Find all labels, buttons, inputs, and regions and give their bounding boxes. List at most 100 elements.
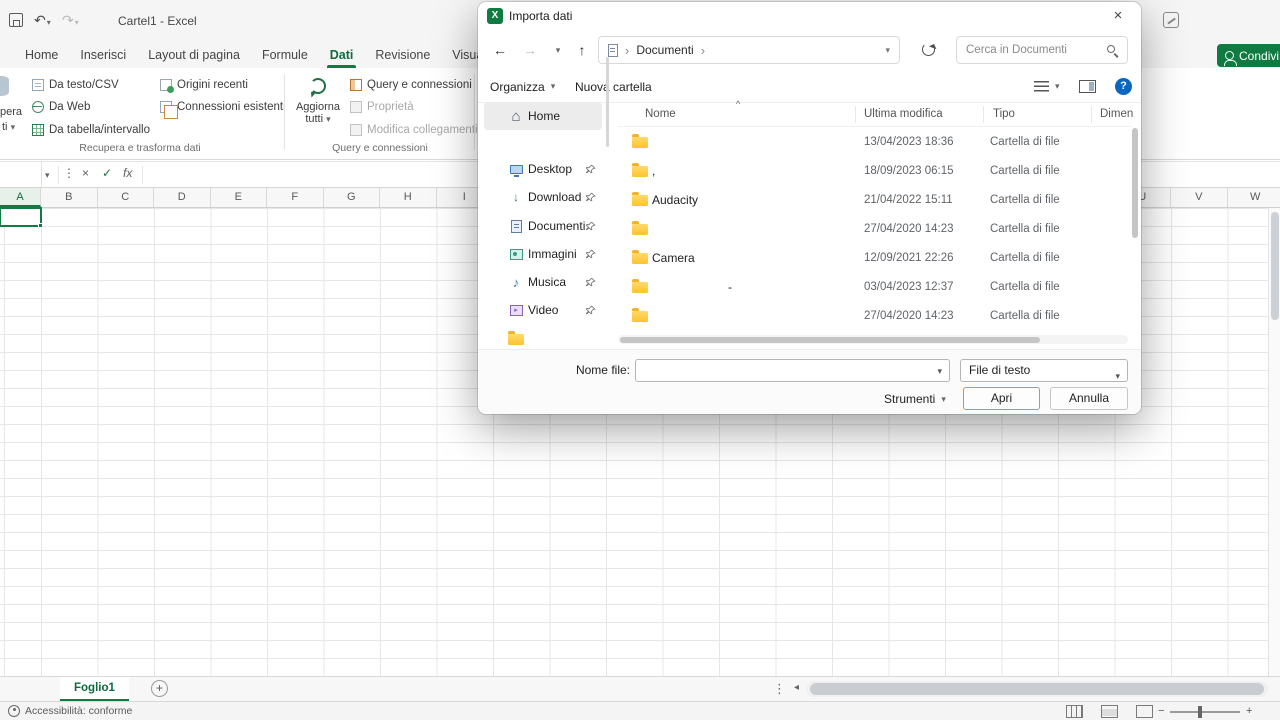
- refresh-icon[interactable]: [922, 43, 935, 56]
- filetype-select[interactable]: File di testo ▾: [960, 359, 1128, 382]
- page-break-view-button[interactable]: [1136, 705, 1153, 718]
- redo-button[interactable]: ↷▾: [62, 12, 79, 31]
- zoom-slider-thumb[interactable]: [1198, 706, 1202, 718]
- tab-dati[interactable]: Dati: [319, 42, 365, 68]
- filename-dropdown-icon[interactable]: ▾: [937, 366, 942, 377]
- da-testo-csv-button[interactable]: Da testo/CSV: [32, 74, 119, 95]
- name-box-dropdown-icon[interactable]: ▾: [45, 170, 50, 181]
- column-header-c[interactable]: C: [98, 188, 155, 207]
- file-row[interactable]: , 18/09/2023 06:15 Cartella di file: [618, 157, 1124, 186]
- accessibility-status[interactable]: Accessibilità: conforme: [25, 705, 132, 717]
- sidebar-item-musica[interactable]: ♪ Musica: [484, 268, 602, 296]
- worksheet-vertical-scrollbar[interactable]: [1268, 208, 1280, 676]
- tab-revisione[interactable]: Revisione: [364, 42, 441, 68]
- undo-icon: ↶: [34, 12, 46, 28]
- cancel-entry-icon[interactable]: ×: [82, 166, 89, 180]
- file-name: Audacity: [652, 193, 698, 207]
- open-button[interactable]: Apri: [963, 387, 1040, 410]
- pin-icon: [586, 221, 596, 231]
- file-row[interactable]: Camera 12/09/2021 22:26 Cartella di file: [618, 244, 1124, 273]
- file-row[interactable]: Audacity 21/04/2022 15:11 Cartella di fi…: [618, 186, 1124, 215]
- proprieta-button[interactable]: Proprietà: [350, 96, 414, 117]
- undo-button[interactable]: ↶▾: [34, 12, 51, 31]
- query-connessioni-button[interactable]: Query e connessioni: [350, 74, 472, 95]
- search-input[interactable]: [966, 40, 1096, 60]
- vertical-scroll-thumb[interactable]: [1132, 128, 1138, 238]
- name-box[interactable]: [0, 162, 42, 187]
- sidebar-item-desktop[interactable]: Desktop: [484, 155, 602, 183]
- file-row[interactable]: - 03/04/2023 12:37 Cartella di file: [618, 273, 1124, 302]
- column-header-w[interactable]: W: [1228, 188, 1280, 207]
- save-icon[interactable]: [9, 13, 23, 27]
- sidebar-item-download[interactable]: ↓ Download: [484, 183, 602, 211]
- new-folder-button[interactable]: Nuova cartella: [575, 70, 652, 103]
- column-header-ultima-modifica[interactable]: Ultima modifica: [864, 108, 943, 120]
- insert-function-icon[interactable]: fx: [123, 166, 132, 180]
- file-row[interactable]: 13/04/2023 18:36 Cartella di file: [618, 128, 1124, 157]
- column-header-nome[interactable]: Nome: [645, 108, 676, 120]
- sidebar-item-home[interactable]: ⌂ Home: [484, 102, 602, 130]
- column-header-g[interactable]: G: [324, 188, 381, 207]
- draw-icon[interactable]: [1163, 12, 1179, 28]
- scroll-left-icon[interactable]: ◂: [794, 682, 799, 693]
- horizontal-scroll-thumb[interactable]: [810, 683, 1264, 695]
- column-header-h[interactable]: H: [380, 188, 437, 207]
- file-row[interactable]: 27/04/2020 14:23 Cartella di file: [618, 302, 1124, 331]
- cancel-button[interactable]: Annulla: [1050, 387, 1128, 410]
- normal-view-button[interactable]: [1066, 705, 1083, 718]
- column-header-dimensione[interactable]: Dimen: [1100, 108, 1133, 120]
- address-dropdown-icon[interactable]: ▾: [885, 45, 890, 56]
- sheet-tab-foglio1[interactable]: Foglio1: [60, 677, 129, 701]
- worksheet-horizontal-scrollbar[interactable]: [806, 681, 1268, 697]
- fill-handle[interactable]: [38, 223, 43, 228]
- forward-button[interactable]: →: [518, 38, 542, 62]
- column-header-v[interactable]: V: [1171, 188, 1228, 207]
- organize-button[interactable]: Organizza▾: [490, 70, 555, 103]
- da-web-button[interactable]: Da Web: [32, 96, 90, 117]
- sidebar-item-documenti[interactable]: Documenti: [484, 212, 602, 240]
- view-mode-button[interactable]: ▾: [1034, 70, 1060, 103]
- back-button[interactable]: ←: [488, 38, 512, 62]
- horizontal-scroll-thumb[interactable]: [620, 337, 1040, 343]
- file-row[interactable]: 27/04/2020 14:23 Cartella di file: [618, 215, 1124, 244]
- tab-formule[interactable]: Formule: [251, 42, 319, 68]
- sidebar-item-immagini[interactable]: Immagini: [484, 240, 602, 268]
- zoom-in-button[interactable]: +: [1246, 705, 1252, 717]
- column-header-tipo[interactable]: Tipo: [993, 108, 1015, 120]
- breadcrumb-item-documenti[interactable]: Documenti: [636, 43, 693, 57]
- tab-inserisci[interactable]: Inserisci: [69, 42, 137, 68]
- column-header-b[interactable]: B: [41, 188, 98, 207]
- zoom-slider[interactable]: [1170, 711, 1240, 713]
- sheet-options-icon[interactable]: ⋮: [773, 681, 786, 697]
- column-header-f[interactable]: F: [267, 188, 324, 207]
- modifica-collegamenti-button[interactable]: Modifica collegamenti: [350, 119, 478, 140]
- list-horizontal-scrollbar[interactable]: [618, 335, 1128, 344]
- recent-locations-dropdown[interactable]: ▾: [546, 38, 570, 62]
- connessioni-esistenti-button[interactable]: Connessioni esistenti: [160, 96, 286, 117]
- up-button[interactable]: ↑: [570, 38, 594, 62]
- help-button[interactable]: ?: [1115, 70, 1132, 103]
- help-icon: ?: [1115, 78, 1132, 95]
- tab-home[interactable]: Home: [14, 42, 69, 68]
- list-vertical-scrollbar[interactable]: [1132, 128, 1139, 334]
- da-tabella-button[interactable]: Da tabella/intervallo: [32, 119, 150, 140]
- origini-recenti-button[interactable]: Origini recenti: [160, 74, 248, 95]
- add-sheet-button[interactable]: +: [151, 680, 168, 697]
- column-header-e[interactable]: E: [211, 188, 268, 207]
- sidebar-scrollbar[interactable]: [606, 57, 609, 147]
- close-button[interactable]: ×: [1103, 5, 1133, 27]
- preview-pane-button[interactable]: [1079, 70, 1096, 103]
- column-header-a[interactable]: A: [0, 188, 41, 207]
- sidebar-item-video[interactable]: ▸ Video: [484, 296, 602, 324]
- enter-entry-icon[interactable]: ✓: [102, 166, 112, 180]
- tab-layout-di-pagina[interactable]: Layout di pagina: [137, 42, 251, 68]
- zoom-out-button[interactable]: −: [1158, 705, 1164, 717]
- share-button[interactable]: Condivi: [1217, 44, 1280, 67]
- breadcrumb[interactable]: › Documenti › ▾: [598, 36, 900, 64]
- column-header-d[interactable]: D: [154, 188, 211, 207]
- filename-input[interactable]: [641, 362, 931, 379]
- vertical-scroll-thumb[interactable]: [1271, 212, 1279, 320]
- formula-menu-icon[interactable]: ⋮: [63, 166, 75, 180]
- tools-button[interactable]: Strumenti▾: [884, 388, 946, 410]
- page-layout-view-button[interactable]: [1101, 705, 1118, 718]
